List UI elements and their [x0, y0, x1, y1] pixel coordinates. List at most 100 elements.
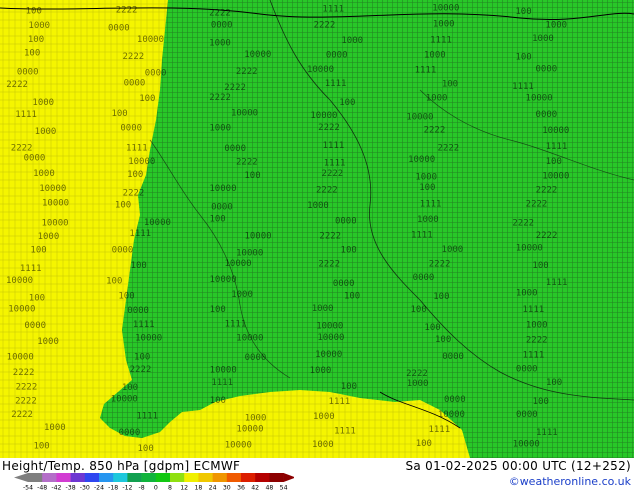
contour-value-label: 2222 [209, 93, 231, 103]
contour-value-label: 100 [24, 49, 40, 59]
contour-value-label: 0000 [536, 110, 558, 120]
contour-value-label: 10000 [236, 333, 263, 343]
contour-value-label: 2222 [236, 158, 258, 168]
contour-value-label: 100 [111, 109, 127, 119]
contour-value-label: 1000 [407, 379, 429, 389]
contour-value-label: 1111 [428, 425, 450, 435]
contour-value-label: 10000 [210, 275, 237, 285]
contour-value-label: 1000 [44, 423, 66, 433]
contour-value-label: 100 [339, 98, 355, 108]
scale-swatch [255, 473, 270, 482]
contour-value-label: 1111 [411, 230, 433, 240]
contour-value-label: 10000 [542, 172, 569, 182]
scale-swatch [84, 473, 100, 482]
temperature-color-scale: -54 -48 -42 -38 -30 -24 -18 -12 -8 0 8 12 18 24 30 36 42… [14, 473, 294, 490]
contour-value-label: 100 [341, 246, 357, 256]
contour-value-label: 0000 [127, 306, 149, 316]
contour-value-label: 10000 [8, 305, 35, 315]
contour-value-label: 10000 [542, 126, 569, 136]
scale-swatch [127, 473, 142, 482]
contour-value-label: 1111 [322, 5, 344, 15]
scale-tick-label: 36 [237, 485, 245, 490]
contour-value-label: 10000 [231, 109, 258, 119]
contour-value-label: 10000 [315, 350, 342, 360]
contour-value-label: 2222 [319, 231, 341, 241]
weather-map[interactable]: 100 2222 2222 1111 10000 100 1000 0000 0000 2222 1… [0, 0, 634, 458]
contour-value-label: 10000 [307, 65, 334, 75]
contour-value-label: 1000 [341, 36, 363, 46]
contour-value-label: 2222 [236, 67, 258, 77]
contour-value-label: 0000 [119, 428, 141, 438]
contour-value-label: 10000 [6, 276, 33, 286]
contour-value-label: 100 [533, 397, 549, 407]
contour-value-label: 2222 [209, 8, 231, 18]
contour-value-label: 0000 [145, 69, 167, 79]
contour-value-label: 10000 [7, 353, 34, 363]
contour-value-label: 100 [139, 94, 155, 104]
scale-swatch [198, 473, 213, 482]
contour-value-label: 10000 [406, 113, 433, 123]
contour-value-label: 0000 [120, 123, 142, 133]
contour-value-label: 100 [244, 171, 260, 181]
contour-value-label: 10000 [408, 155, 435, 165]
contour-value-label: 0000 [413, 273, 435, 283]
scale-swatch [184, 473, 199, 482]
contour-value-label: 100 [515, 7, 531, 17]
contour-value-label: 0000 [211, 21, 233, 31]
contour-value-label: 100 [137, 444, 153, 454]
contour-value-label: 1000 [37, 337, 59, 347]
contour-value-label: 1111 [211, 378, 233, 388]
contour-value-label: 1000 [307, 201, 329, 211]
contour-value-label: 0000 [245, 353, 267, 363]
contour-value-label: 2222 [316, 185, 338, 195]
contour-value-label: 2222 [116, 6, 138, 16]
scale-swatch [212, 473, 228, 482]
scale-swatch [42, 473, 57, 482]
contour-value-label: 0000 [24, 153, 46, 163]
contour-value-label: 1000 [433, 20, 455, 30]
scale-tick-label: 18 [194, 485, 202, 490]
map-footer: Height/Temp. 850 hPa [gdpm] ECMWF Sa 01-… [0, 458, 634, 490]
scale-swatch [99, 473, 114, 482]
scale-tick-label: 48 [265, 485, 273, 490]
contour-value-label: 2222 [11, 143, 33, 153]
scale-swatch [241, 473, 256, 482]
contour-value-label: 1000 [312, 440, 334, 450]
contour-value-label: 1000 [417, 215, 439, 225]
contour-value-label: 100 [424, 323, 440, 333]
contour-value-label: 1111 [329, 397, 351, 407]
contour-value-label: 2222 [318, 123, 340, 133]
contour-value-label: 100 [532, 261, 548, 271]
scale-tick-label: 30 [223, 485, 231, 490]
scale-swatch [155, 473, 171, 482]
contour-value-label: 1111 [324, 158, 346, 168]
contour-value-label: 100 [210, 305, 226, 315]
scale-tick-label: -54 [23, 485, 33, 490]
credit-link[interactable]: ©weatheronline.co.uk [509, 475, 631, 488]
contour-value-label: 2222 [526, 336, 548, 346]
contour-value-label: 10000 [310, 111, 337, 121]
scale-swatch [70, 473, 86, 482]
contour-value-label: 100 [442, 80, 458, 90]
contour-value-label: 100 [546, 157, 562, 167]
contour-value-label: 1111 [420, 199, 442, 209]
contour-value-label: 100 [210, 396, 226, 406]
scale-swatch [269, 473, 284, 482]
scale-tick-label: -42 [51, 485, 61, 490]
contour-value-label: 10000 [236, 424, 263, 434]
contour-value-label: 100 [30, 245, 46, 255]
contour-value-label: 10000 [128, 157, 155, 167]
contour-value-label: 0000 [24, 321, 46, 331]
contour-value-label: 1111 [133, 320, 155, 330]
contour-value-label: 1111 [136, 411, 158, 421]
contour-value-label: 10000 [137, 35, 164, 45]
contour-value-label: 10000 [42, 199, 69, 209]
contour-value-label: 0000 [444, 395, 466, 405]
contour-value-label: 2222 [123, 188, 145, 198]
contour-value-label: 100 [118, 292, 134, 302]
contour-value-label: 0000 [516, 364, 538, 374]
contour-value-label: 2222 [424, 125, 446, 135]
contour-value-label: 1111 [334, 426, 356, 436]
contour-value-label: 2222 [314, 21, 336, 31]
contour-value-label: 1000 [209, 39, 231, 49]
